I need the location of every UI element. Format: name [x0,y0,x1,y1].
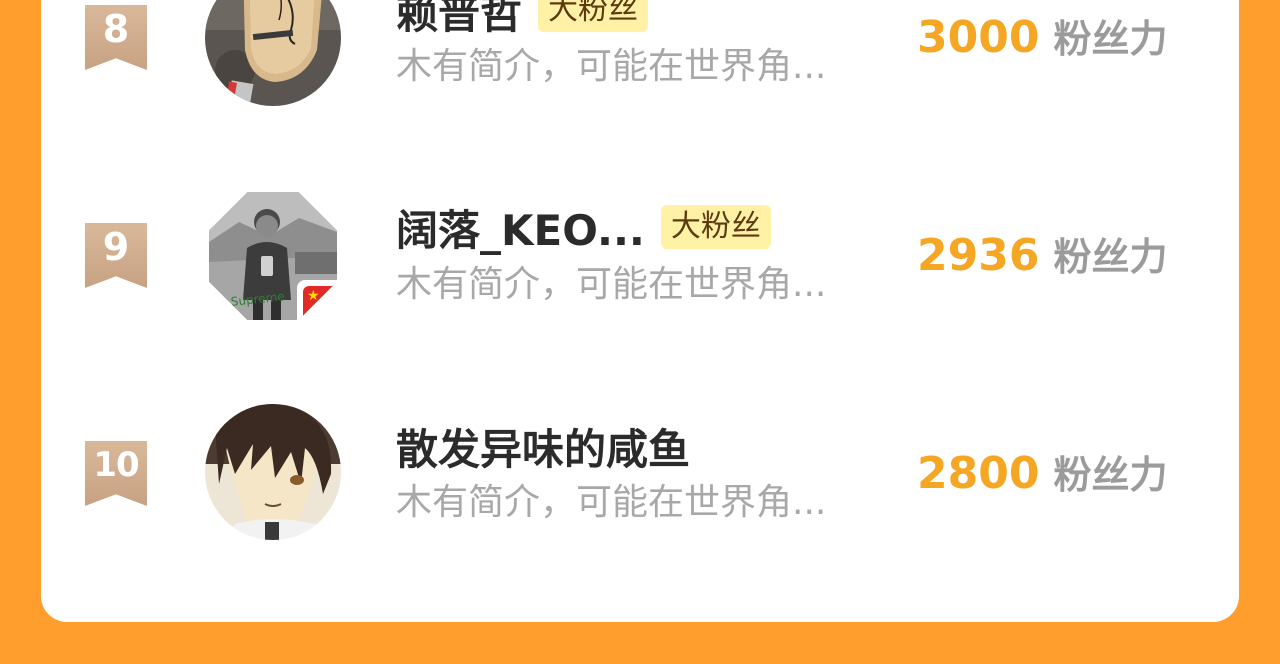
name-line: 散发异味的咸鱼 [396,416,690,476]
fan-power-value: 3000 [917,12,1040,63]
fan-power: 2800 粉丝力 [917,444,1167,499]
fan-power-unit: 粉丝力 [1053,17,1168,61]
anime-boy-icon [205,404,341,540]
user-avatar[interactable]: Supreme ★ [209,192,337,320]
fan-ranking-card: 8 赖普哲 大粉丝 木有简介，可能在世界角... 3000 粉丝力 9 Supr… [41,0,1239,622]
user-name[interactable]: 散发异味的咸鱼 [396,416,690,477]
fan-power-value: 2936 [917,230,1040,281]
fan-power-value: 2800 [917,448,1040,499]
user-name[interactable]: 赖普哲 [396,0,522,41]
fan-power: 2936 粉丝力 [917,226,1167,281]
user-bio: 木有简介，可能在世界角... [396,264,827,305]
rank-badge: 9 [85,223,147,288]
user-name[interactable]: 阔落_KEO... [396,197,645,258]
rank-badge: 8 [85,5,147,70]
ranking-row[interactable]: 9 Supreme ★ 阔落_KEO... 大粉丝 木有简介，可能在世界角...… [41,178,1239,338]
rank-number: 9 [102,225,130,269]
fan-power: 3000 粉丝力 [917,8,1167,63]
user-avatar[interactable] [205,404,341,540]
ranking-row[interactable]: 10 散发异味的咸鱼 木有简介，可能在世界角... 2800 粉丝力 [41,396,1239,556]
fan-level-tag: 大粉丝 [538,0,649,32]
rank-badge: 10 [85,441,147,506]
user-bio: 木有简介，可能在世界角... [396,482,827,523]
fan-power-unit: 粉丝力 [1053,453,1168,497]
name-line: 赖普哲 大粉丝 [396,0,649,41]
fan-level-tag: 大粉丝 [660,205,771,249]
user-avatar[interactable] [205,0,341,106]
fan-power-unit: 粉丝力 [1053,235,1168,279]
ranking-row[interactable]: 8 赖普哲 大粉丝 木有简介，可能在世界角... 3000 粉丝力 [41,0,1239,120]
name-line: 阔落_KEO... 大粉丝 [396,197,771,257]
paddle-photo-icon [205,0,341,106]
rank-number: 8 [102,7,130,51]
china-flag-icon: ★ [297,280,337,320]
rank-number: 10 [93,445,139,485]
user-bio: 木有简介，可能在世界角... [396,46,827,87]
